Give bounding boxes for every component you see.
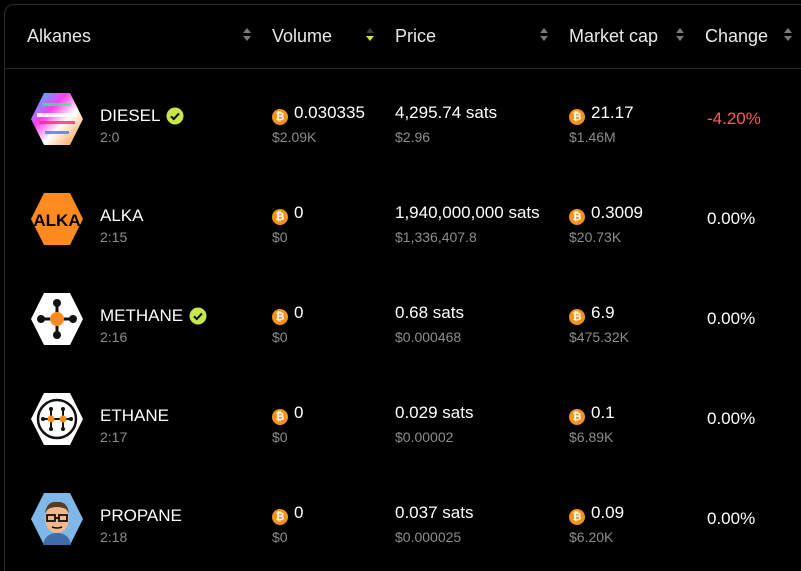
btc-icon: ₿ bbox=[569, 509, 585, 525]
market-cap-usd: $20.73K bbox=[569, 229, 622, 245]
sort-alkanes-icon[interactable] bbox=[243, 28, 251, 44]
volume-usd: $0 bbox=[272, 429, 288, 445]
volume-usd: $2.09K bbox=[272, 129, 317, 145]
sort-volume-icon[interactable] bbox=[366, 28, 374, 44]
volume-usd: $0 bbox=[272, 329, 288, 345]
token-id: 2:17 bbox=[100, 429, 128, 445]
price-sats: 1,940,000,000 sats bbox=[395, 203, 540, 222]
btc-icon: ₿ bbox=[272, 409, 288, 425]
btc-icon: ₿ bbox=[569, 409, 585, 425]
sort-market-cap-icon[interactable] bbox=[676, 28, 684, 44]
market-cap-btc: ₿ 0.1 bbox=[569, 403, 615, 425]
diesel-logo-icon bbox=[31, 93, 83, 145]
token-id: 2:15 bbox=[100, 229, 128, 245]
token-name[interactable]: ALKA bbox=[100, 206, 143, 226]
volume-btc: ₿ 0.030335 bbox=[272, 103, 365, 125]
token-name[interactable]: METHANE bbox=[100, 306, 207, 326]
verified-badge-icon bbox=[189, 307, 207, 325]
volume-usd: $0 bbox=[272, 229, 288, 245]
volume-btc: ₿ 0 bbox=[272, 503, 303, 525]
ethane-molecule-icon bbox=[31, 393, 83, 445]
alkanes-table: Alkanes Volume Price Market cap Change D… bbox=[4, 4, 801, 571]
market-cap-btc: ₿ 21.17 bbox=[569, 103, 634, 125]
change-value: 0.00% bbox=[707, 309, 756, 328]
column-header-volume[interactable]: Volume bbox=[272, 26, 332, 47]
column-header-change[interactable]: Change bbox=[705, 26, 768, 47]
market-cap-btc: ₿ 0.09 bbox=[569, 503, 624, 525]
price-usd: $2.96 bbox=[395, 129, 431, 145]
table-row[interactable]: DIESEL 2:0 ₿ 0.030335 $2.09K 4,295.74 sat… bbox=[5, 69, 801, 169]
market-cap-btc: ₿ 6.9 bbox=[569, 303, 615, 325]
alka-logo-icon: ALKA bbox=[31, 193, 83, 245]
propane-avatar-icon bbox=[31, 493, 83, 545]
btc-icon: ₿ bbox=[569, 109, 585, 125]
column-header-price[interactable]: Price bbox=[395, 26, 436, 47]
btc-icon: ₿ bbox=[272, 309, 288, 325]
price-usd: $0.000025 bbox=[395, 529, 462, 545]
token-id: 2:16 bbox=[100, 329, 128, 345]
table-header: Alkanes Volume Price Market cap Change bbox=[5, 5, 801, 69]
price-sats: 4,295.74 sats bbox=[395, 103, 498, 122]
column-header-alkanes[interactable]: Alkanes bbox=[27, 26, 91, 47]
table-row[interactable]: ETHANE 2:17 ₿ 0 $0 0.029 sats $0.00002 ₿ 0… bbox=[5, 369, 801, 469]
market-cap-usd: $6.20K bbox=[569, 529, 614, 545]
table-row[interactable]: ALKA ALKA 2:15 ₿ 0 $0 1,940,000,000 sats … bbox=[5, 169, 801, 269]
token-id: 2:18 bbox=[100, 529, 128, 545]
btc-icon: ₿ bbox=[272, 109, 288, 125]
price-sats: 0.029 sats bbox=[395, 403, 474, 422]
methane-molecule-icon bbox=[31, 293, 83, 345]
btc-icon: ₿ bbox=[272, 209, 288, 225]
change-value: -4.20% bbox=[707, 109, 761, 128]
price-sats: 0.037 sats bbox=[395, 503, 474, 522]
change-value: 0.00% bbox=[707, 509, 756, 528]
market-cap-usd: $475.32K bbox=[569, 329, 629, 345]
market-cap-btc: ₿ 0.3009 bbox=[569, 203, 643, 225]
volume-btc: ₿ 0 bbox=[272, 303, 303, 325]
verified-badge-icon bbox=[166, 107, 184, 125]
price-usd: $0.000468 bbox=[395, 329, 462, 345]
token-id: 2:0 bbox=[100, 129, 120, 145]
column-header-market-cap[interactable]: Market cap bbox=[569, 26, 658, 47]
table-row[interactable]: METHANE 2:16 ₿ 0 $0 0.68 sats $0.000468 ₿… bbox=[5, 269, 801, 369]
market-cap-usd: $6.89K bbox=[569, 429, 614, 445]
token-name[interactable]: ETHANE bbox=[100, 406, 169, 426]
market-cap-usd: $1.46M bbox=[569, 129, 616, 145]
volume-btc: ₿ 0 bbox=[272, 403, 303, 425]
table-row[interactable]: PROPANE 2:18 ₿ 0 $0 0.037 sats $0.000025 … bbox=[5, 469, 801, 569]
price-sats: 0.68 sats bbox=[395, 303, 464, 322]
volume-usd: $0 bbox=[272, 529, 288, 545]
sort-price-icon[interactable] bbox=[540, 28, 548, 44]
price-usd: $0.00002 bbox=[395, 429, 454, 445]
volume-btc: ₿ 0 bbox=[272, 203, 303, 225]
change-value: 0.00% bbox=[707, 409, 756, 428]
btc-icon: ₿ bbox=[569, 309, 585, 325]
sort-change-icon[interactable] bbox=[784, 28, 792, 44]
btc-icon: ₿ bbox=[272, 509, 288, 525]
svg-text:ALKA: ALKA bbox=[33, 211, 80, 230]
btc-icon: ₿ bbox=[569, 209, 585, 225]
change-value: 0.00% bbox=[707, 209, 756, 228]
token-name[interactable]: DIESEL bbox=[100, 106, 184, 126]
token-name[interactable]: PROPANE bbox=[100, 506, 182, 526]
price-usd: $1,336,407.8 bbox=[395, 229, 477, 245]
